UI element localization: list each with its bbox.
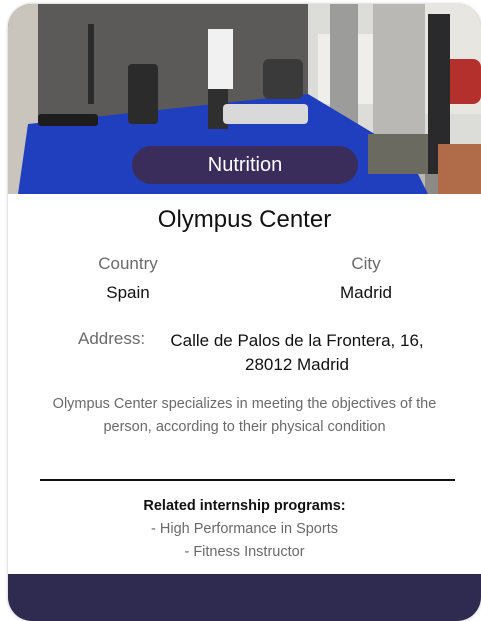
program-item: - Fitness Instructor (184, 544, 305, 560)
center-description: Olympus Center specializes in meeting th… (52, 396, 437, 435)
country-value: Spain (106, 283, 150, 302)
country-label: Country (98, 254, 158, 273)
center-card: Nutrition Olympus Center Country Spain C… (8, 4, 481, 621)
city-label: City (351, 254, 381, 273)
address-label: Address: (78, 329, 146, 348)
center-title: Olympus Center (157, 206, 332, 233)
divider (40, 479, 455, 481)
address-value: Calle de Palos de la Frontera, 16, 28012… (170, 331, 424, 374)
card-footer (8, 574, 481, 621)
related-programs-title: Related internship programs: (143, 498, 346, 514)
category-badge: Nutrition (132, 146, 358, 184)
program-item: - High Performance in Sports (151, 521, 338, 537)
city-value: Madrid (340, 283, 392, 302)
